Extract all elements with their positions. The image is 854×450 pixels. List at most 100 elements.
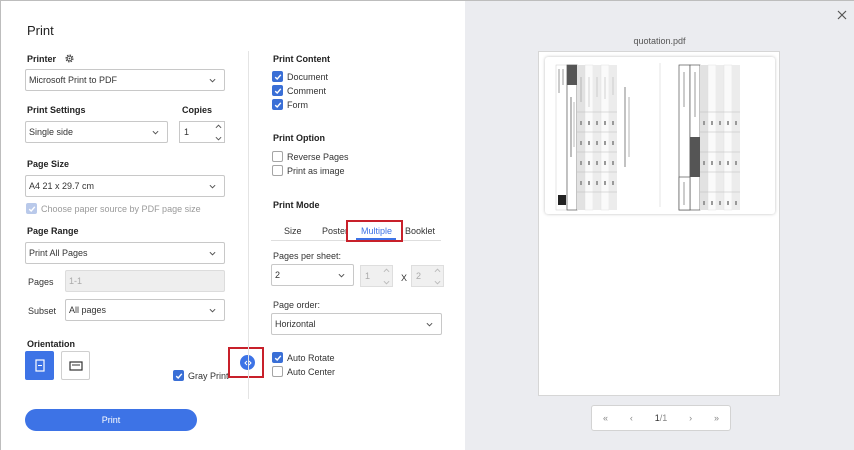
printer-select[interactable]: Microsoft Print to PDF [25, 69, 225, 91]
last-page-icon[interactable]: » [714, 413, 719, 423]
subset-value: All pages [69, 305, 107, 315]
page-range-value: Print All Pages [29, 248, 88, 258]
checkbox-box [272, 85, 283, 96]
page-range-label: Page Range [27, 226, 79, 236]
dialog-title: Print [27, 23, 54, 38]
pages-per-sheet-select[interactable]: 2 [271, 264, 354, 286]
copies-stepper[interactable]: 1 [179, 121, 225, 143]
reverse-pages-checkbox[interactable]: Reverse Pages [272, 151, 349, 162]
check-icon [274, 73, 281, 80]
print-dialog: Print Printer Microsoft Print to PDF Pri… [0, 0, 854, 450]
subset-select[interactable]: All pages [65, 299, 225, 321]
document-checkbox[interactable]: Document [272, 71, 328, 82]
auto-center-checkbox[interactable]: Auto Center [272, 366, 335, 377]
reverse-pages-label: Reverse Pages [287, 151, 349, 162]
gray-print-label: Gray Print [188, 370, 229, 381]
pages-label: Pages [28, 277, 54, 287]
check-icon [274, 354, 281, 361]
print-as-image-checkbox[interactable]: Print as image [272, 165, 345, 176]
page-order-label: Page order: [273, 300, 321, 310]
check-icon [28, 205, 35, 212]
next-page-icon[interactable]: › [689, 413, 692, 423]
checkbox-box [272, 99, 283, 110]
auto-center-label: Auto Center [287, 366, 336, 377]
paper-source-label: Choose paper source by PDF page size [41, 203, 201, 214]
form-label: Form [287, 99, 308, 110]
page-indicator: 1/1 [655, 413, 668, 423]
page-range-select[interactable]: Print All Pages [25, 242, 225, 264]
orientation-label: Orientation [27, 339, 76, 349]
chevron-down-icon [209, 251, 216, 256]
chevron-up-icon[interactable] [215, 124, 222, 129]
checkbox-box [272, 71, 283, 82]
copies-label: Copies [182, 105, 213, 115]
tab-booklet[interactable]: Booklet [405, 226, 435, 236]
gear-icon[interactable] [64, 53, 75, 64]
first-page-icon[interactable]: « [603, 413, 608, 423]
print-mode-label: Print Mode [273, 200, 320, 210]
chevron-down-icon [434, 280, 440, 285]
chevron-down-icon [209, 184, 216, 189]
landscape-button[interactable] [61, 351, 90, 380]
chevron-down-icon [209, 308, 216, 313]
chevron-down-icon [426, 322, 433, 327]
form-checkbox[interactable]: Form [272, 99, 308, 110]
subset-label: Subset [28, 306, 57, 316]
pages-placeholder: 1-1 [69, 276, 83, 286]
portrait-button[interactable] [25, 351, 54, 380]
printer-select-value: Microsoft Print to PDF [29, 75, 118, 85]
check-icon [274, 87, 281, 94]
check-icon [274, 101, 281, 108]
print-button[interactable]: Print [25, 409, 197, 431]
times-symbol: X [401, 273, 408, 283]
page-navigator: « ‹ 1/1 › » [591, 405, 731, 431]
chevron-down-icon [152, 130, 159, 135]
document-label: Document [287, 71, 329, 82]
close-icon[interactable] [837, 10, 847, 20]
print-settings-label: Print Settings [27, 105, 86, 115]
checkbox-box [272, 352, 283, 363]
page-size-select[interactable]: A4 21 x 29.7 cm [25, 175, 225, 197]
chevron-down-icon [209, 78, 216, 83]
settings-panel: Print Printer Microsoft Print to PDF Pri… [1, 1, 465, 450]
print-option-label: Print Option [273, 133, 325, 143]
tab-size[interactable]: Size [284, 226, 302, 236]
printer-label: Printer [27, 54, 57, 64]
columns-stepper[interactable]: 1 [360, 265, 393, 287]
comment-checkbox[interactable]: Comment [272, 85, 326, 96]
total-pages: /1 [659, 413, 668, 423]
checkbox-box [26, 203, 37, 214]
auto-rotate-checkbox[interactable]: Auto Rotate [272, 352, 335, 363]
page-order-value: Horizontal [275, 319, 316, 329]
tab-multiple[interactable]: Multiple [361, 226, 392, 236]
preview-filename: quotation.pdf [633, 36, 686, 46]
active-tab-indicator [356, 238, 396, 240]
chevron-down-icon [338, 273, 345, 278]
portrait-icon [34, 359, 45, 372]
check-icon [175, 372, 182, 379]
rows-stepper[interactable]: 2 [411, 265, 444, 287]
column-divider [248, 51, 249, 399]
print-settings-select[interactable]: Single side [25, 121, 168, 143]
print-as-image-label: Print as image [287, 165, 345, 176]
page-order-select[interactable]: Horizontal [271, 313, 442, 335]
chevron-up-icon [434, 268, 440, 273]
chevron-down-icon [383, 280, 389, 285]
checkbox-box [272, 366, 283, 377]
comment-label: Comment [287, 85, 327, 96]
rows-value: 2 [416, 271, 422, 281]
tab-poster[interactable]: Poster [322, 226, 348, 236]
paper-source-checkbox[interactable]: Choose paper source by PDF page size [26, 203, 201, 214]
auto-rotate-label: Auto Rotate [287, 352, 335, 363]
pages-per-sheet-value: 2 [275, 270, 281, 280]
prev-page-icon[interactable]: ‹ [630, 413, 633, 423]
page-thumbnail [545, 57, 775, 214]
pages-per-sheet-label: Pages per sheet: [273, 251, 342, 261]
gray-print-checkbox[interactable]: Gray Print [173, 370, 229, 381]
print-settings-value: Single side [29, 127, 74, 137]
chevron-down-icon[interactable] [215, 136, 222, 141]
checkbox-box [272, 165, 283, 176]
chevron-up-icon [383, 268, 389, 273]
columns-value: 1 [365, 271, 371, 281]
pages-input[interactable]: 1-1 [65, 270, 225, 292]
